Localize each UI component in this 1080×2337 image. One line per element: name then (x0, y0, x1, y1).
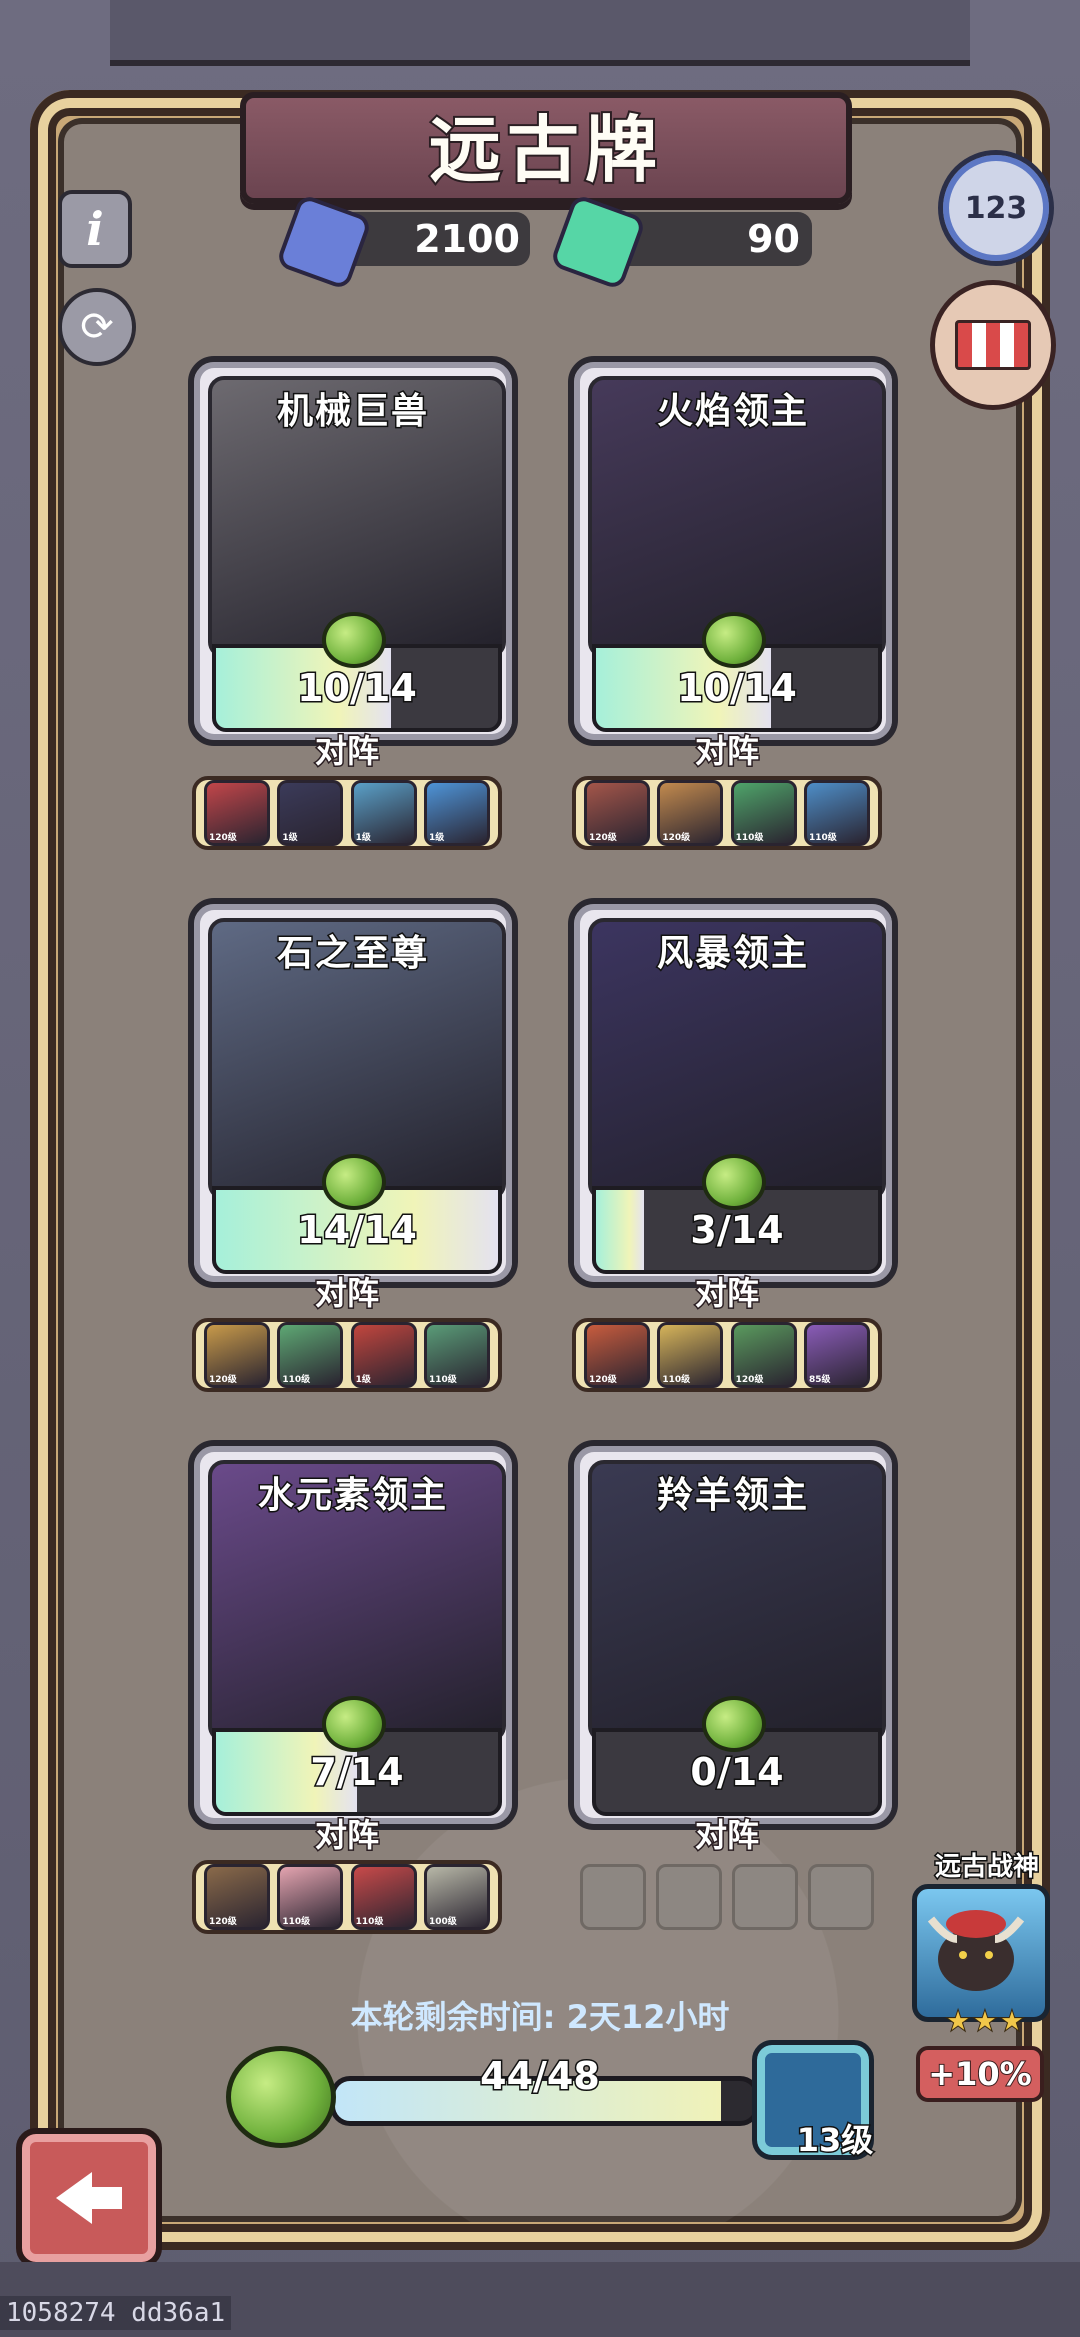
lineup-label: 对阵 (313, 731, 380, 772)
enemy-hero-portrait[interactable]: 120级 (204, 1864, 270, 1930)
enemy-hero-portrait[interactable]: 1级 (350, 1322, 417, 1388)
hero-level: 120级 (662, 833, 691, 843)
boss-card[interactable]: 风暴领主 3/14 (568, 898, 898, 1288)
bean-icon (702, 612, 766, 668)
boss-card[interactable]: 火焰领主 10/14 (568, 356, 898, 746)
lineup-label: 对阵 (313, 1815, 380, 1856)
shop-icon (955, 320, 1031, 370)
hero-level: 110级 (662, 1375, 691, 1385)
war-god-label: 远古战神 (933, 1851, 1040, 1884)
back-button[interactable] (16, 2128, 162, 2268)
podium-icon: 123 (964, 190, 1028, 226)
enemy-hero-portrait[interactable]: 110级 (730, 780, 797, 846)
back-arrow-icon (56, 2172, 122, 2224)
hero-level: 120级 (209, 1375, 237, 1385)
enemy-lineup[interactable]: 120级 110级 1级 110级 (192, 1318, 502, 1392)
empty-hero-slot (656, 1864, 722, 1930)
bean-icon (226, 2046, 336, 2148)
boss-name: 机械巨兽 (275, 390, 429, 434)
enemy-hero-portrait[interactable]: 1级 (423, 780, 490, 846)
enemy-lineup[interactable]: 120级 110级 110级 100级 (192, 1860, 502, 1934)
war-god-stars: ★★★ (944, 2004, 1026, 2040)
war-god-portrait[interactable] (912, 1884, 1050, 2022)
green-crystal-value: 90 (747, 217, 800, 261)
hero-level: 1级 (355, 833, 371, 843)
empty-hero-slot (732, 1864, 798, 1930)
hero-level: 110级 (355, 1917, 384, 1927)
enemy-hero-portrait[interactable]: 110级 (277, 1864, 344, 1930)
enemy-hero-portrait[interactable]: 120级 (657, 780, 724, 846)
boss-name: 羚羊领主 (655, 1474, 809, 1518)
info-icon: i (86, 202, 104, 256)
lineup-label: 对阵 (693, 1273, 760, 1314)
refresh-button[interactable]: ⟳ (58, 288, 136, 366)
enemy-hero-portrait[interactable]: 110级 (803, 780, 870, 846)
boss-card[interactable]: 羚羊领主 0/14 (568, 1440, 898, 1830)
enemy-hero-portrait[interactable]: 100级 (423, 1864, 490, 1930)
enemy-hero-portrait[interactable]: 120级 (204, 780, 270, 846)
boss-card[interactable]: 水元素领主 7/14 (188, 1440, 518, 1830)
enemy-lineup[interactable]: 120级 1级 1级 1级 (192, 776, 502, 850)
empty-hero-slot (808, 1864, 874, 1930)
hero-level: 100级 (428, 1917, 457, 1927)
enemy-hero-portrait[interactable]: 85级 (803, 1322, 870, 1388)
enemy-lineup[interactable] (572, 1860, 882, 1934)
hero-level: 120级 (589, 833, 617, 843)
boss-card[interactable]: 石之至尊 14/14 (188, 898, 518, 1288)
footer-id: 1058274 dd36a1 (0, 2296, 232, 2330)
hero-level: 1级 (355, 1375, 371, 1385)
lineup-label: 对阵 (313, 1273, 380, 1314)
enemy-hero-portrait[interactable]: 110级 (423, 1322, 490, 1388)
enemy-hero-portrait[interactable]: 110级 (277, 1322, 344, 1388)
enemy-hero-portrait[interactable]: 1级 (277, 780, 344, 846)
top-frame (110, 0, 970, 66)
round-timer: 本轮剩余时间: 2天12小时 (350, 1998, 730, 2036)
hero-level: 120级 (209, 833, 237, 843)
enemy-hero-portrait[interactable]: 1级 (350, 780, 417, 846)
bean-icon (322, 1154, 386, 1210)
hero-level: 110级 (282, 1375, 311, 1385)
boss-name: 风暴领主 (655, 932, 809, 976)
bean-icon (322, 612, 386, 668)
hero-level: 110级 (428, 1375, 457, 1385)
hero-level: 120级 (209, 1917, 237, 1927)
bean-icon (322, 1696, 386, 1752)
bean-icon (702, 1696, 766, 1752)
boss-name: 火焰领主 (655, 390, 809, 434)
boss-card[interactable]: 机械巨兽 10/14 (188, 356, 518, 746)
hero-level: 110级 (735, 833, 764, 843)
bottom-progress-text: 44/48 (479, 2053, 602, 2100)
bull-hero-icon (927, 1910, 1025, 1991)
enemy-hero-portrait[interactable]: 120级 (584, 780, 650, 846)
chest-level: 13级 (795, 2120, 875, 2161)
boss-name: 石之至尊 (275, 932, 429, 976)
empty-hero-slot (580, 1864, 646, 1930)
hero-level: 110级 (282, 1917, 311, 1927)
page-title: 远古牌 (427, 106, 663, 194)
refresh-icon: ⟳ (80, 304, 114, 350)
hero-level: 85级 (808, 1375, 831, 1385)
enemy-hero-portrait[interactable]: 110级 (657, 1322, 724, 1388)
enemy-hero-portrait[interactable]: 120级 (730, 1322, 797, 1388)
boss-name: 水元素领主 (256, 1474, 448, 1518)
hero-level: 1级 (428, 833, 445, 843)
bean-icon (702, 1154, 766, 1210)
enemy-hero-portrait[interactable]: 110级 (350, 1864, 417, 1930)
info-button[interactable]: i (58, 190, 132, 268)
lineup-label: 对阵 (693, 1815, 760, 1856)
hero-level: 120级 (589, 1375, 617, 1385)
shop-button[interactable] (930, 280, 1056, 410)
blue-crystal-value: 2100 (414, 217, 520, 261)
hero-level: 110级 (808, 833, 837, 843)
lineup-label: 对阵 (693, 731, 760, 772)
war-god-bonus: +10% (916, 2046, 1044, 2102)
enemy-hero-portrait[interactable]: 120级 (584, 1322, 650, 1388)
enemy-lineup[interactable]: 120级 110级 120级 85级 (572, 1318, 882, 1392)
hero-level: 1级 (282, 833, 298, 843)
ranking-button[interactable]: 123 (938, 150, 1054, 266)
enemy-lineup[interactable]: 120级 120级 110级 110级 (572, 776, 882, 850)
enemy-hero-portrait[interactable]: 120级 (204, 1322, 270, 1388)
hero-level: 120级 (735, 1375, 764, 1385)
